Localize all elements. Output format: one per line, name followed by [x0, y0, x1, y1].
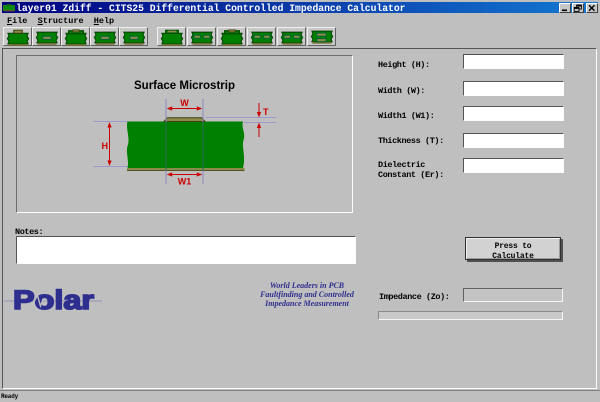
- svg-text:T: T: [263, 107, 269, 117]
- svg-text:Polar: Polar: [13, 285, 95, 313]
- svg-text:H: H: [102, 141, 109, 151]
- svg-text:W: W: [180, 98, 189, 108]
- svg-text:W1: W1: [178, 176, 192, 186]
